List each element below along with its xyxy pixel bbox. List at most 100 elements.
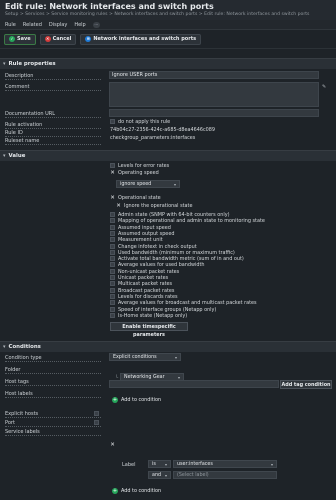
add-host-label-condition-button[interactable]: + Add to condition bbox=[112, 397, 161, 403]
value-option-label: Levels for discards rates bbox=[118, 293, 178, 300]
label-value-select[interactable]: user:interfaces ▾ bbox=[173, 460, 277, 468]
close-icon[interactable]: ✕ bbox=[116, 203, 121, 210]
chevron-down-icon: ▾ bbox=[3, 61, 6, 67]
menu-display[interactable]: Display bbox=[49, 22, 67, 28]
checkbox[interactable] bbox=[110, 281, 115, 287]
plus-icon: + bbox=[112, 397, 118, 403]
checkbox[interactable] bbox=[110, 237, 115, 243]
checkbox[interactable] bbox=[110, 312, 115, 318]
divider bbox=[5, 435, 101, 436]
comment-textarea[interactable] bbox=[109, 82, 319, 107]
more-icon[interactable]: ··· bbox=[92, 21, 100, 28]
divider bbox=[5, 385, 101, 386]
divider bbox=[5, 397, 101, 398]
operating-speed-option[interactable]: ✕ Operating speed bbox=[110, 170, 159, 177]
checkbox[interactable] bbox=[110, 119, 115, 124]
timespecific-button[interactable]: Enable timespecific parameters bbox=[110, 322, 188, 338]
ruleset-name-value: checkgroup_parameters:interfaces bbox=[110, 135, 196, 141]
ruleset-button[interactable]: ≡ Network interfaces and switch ports bbox=[80, 33, 202, 45]
ignore-speed-value: ignore speed bbox=[120, 182, 152, 187]
divider bbox=[5, 79, 101, 80]
checkbox[interactable] bbox=[110, 212, 115, 217]
doc-url-input[interactable] bbox=[109, 109, 319, 117]
check-icon: ✓ bbox=[9, 36, 15, 42]
value-option-label: Assumed input speed bbox=[118, 224, 171, 231]
value-option-item[interactable]: Is-Home state (Netapp only) bbox=[110, 312, 187, 320]
value-option-label: Assumed output speed bbox=[118, 230, 175, 237]
description-input[interactable]: Ignore USER ports bbox=[109, 71, 319, 79]
value-title: Value bbox=[8, 153, 26, 159]
checkbox[interactable] bbox=[110, 268, 115, 274]
select-label-input[interactable]: (Select label) bbox=[173, 471, 277, 479]
label-and-select[interactable]: and ▾ bbox=[148, 471, 171, 479]
value-option-label: Mapping of operational and admin state t… bbox=[118, 218, 265, 225]
chevron-down-icon: ▾ bbox=[164, 473, 167, 478]
rule-properties-title: Rule properties bbox=[8, 61, 56, 67]
checkbox[interactable] bbox=[110, 218, 115, 224]
ruleset-label: Network interfaces and switch ports bbox=[93, 36, 197, 42]
value-option-label: Unicast packet rates bbox=[118, 275, 169, 281]
label-value-text: user:interfaces bbox=[177, 462, 213, 467]
close-icon[interactable]: ✕ bbox=[110, 170, 115, 177]
add-tag-condition-button[interactable]: Add tag condition bbox=[280, 380, 332, 389]
menu-help[interactable]: Help bbox=[74, 22, 85, 28]
save-label: Save bbox=[17, 36, 31, 42]
menu-related[interactable]: Related bbox=[23, 22, 42, 28]
value-option-label: Activate total bandwidth metric (sum of … bbox=[118, 256, 244, 263]
ignore-speed-select[interactable]: ignore speed ▾ bbox=[116, 180, 180, 188]
levels-error-option[interactable]: Levels for error rates bbox=[110, 163, 169, 170]
divider bbox=[5, 90, 101, 91]
condition-type-value: Explicit conditions bbox=[113, 355, 157, 360]
divider bbox=[5, 373, 101, 374]
checkbox[interactable] bbox=[110, 262, 115, 268]
condition-type-select[interactable]: Explicit conditions ▾ bbox=[109, 353, 181, 361]
rule-id-value: 74b04c27-2356-424c-a685-d8ea4646c089 bbox=[110, 127, 216, 133]
save-button[interactable]: ✓ Save bbox=[4, 33, 36, 45]
value-option-label: Measurement unit bbox=[118, 237, 163, 244]
label-and-value: and bbox=[152, 473, 162, 478]
close-icon[interactable]: ✕ bbox=[110, 195, 115, 202]
disable-rule-option[interactable]: do not apply this rule bbox=[110, 119, 170, 126]
operating-speed-text: Operating speed bbox=[118, 170, 159, 176]
operational-state-text: Operational state bbox=[118, 195, 161, 201]
checkbox[interactable] bbox=[110, 243, 115, 249]
checkbox[interactable] bbox=[110, 275, 115, 280]
chevron-down-icon: ▾ bbox=[3, 344, 6, 350]
operational-state-option[interactable]: ✕ Operational state bbox=[110, 195, 161, 202]
checkbox[interactable] bbox=[110, 249, 115, 255]
chevron-down-icon: ▾ bbox=[164, 462, 167, 467]
conditions-header[interactable]: ▾ Conditions bbox=[0, 341, 336, 352]
rule-properties-header[interactable]: ▾ Rule properties bbox=[0, 58, 336, 69]
checkbox[interactable] bbox=[110, 224, 115, 230]
checkbox[interactable] bbox=[110, 306, 115, 312]
checkbox[interactable] bbox=[110, 287, 115, 293]
label-word: Label bbox=[122, 462, 136, 468]
value-option-label: Change infotext in check output bbox=[118, 243, 197, 250]
breadcrumb[interactable]: Setup > Services > Service monitoring ru… bbox=[5, 11, 331, 18]
edit-icon[interactable]: ✎ bbox=[322, 84, 326, 90]
label-operator-select[interactable]: is ▾ bbox=[148, 460, 171, 468]
ignore-operational-state-option[interactable]: ✕ Ignore the operational state bbox=[116, 203, 192, 210]
checkbox[interactable] bbox=[110, 230, 115, 236]
add-service-label-condition-button[interactable]: + Add to condition bbox=[112, 488, 161, 494]
menu-rule[interactable]: Rule bbox=[5, 22, 16, 28]
close-icon[interactable]: ✕ bbox=[110, 442, 115, 448]
value-header[interactable]: ▾ Value bbox=[0, 150, 336, 161]
port-checkbox[interactable] bbox=[94, 420, 99, 425]
checkbox[interactable] bbox=[110, 293, 115, 299]
disable-rule-text: do not apply this rule bbox=[118, 119, 171, 125]
plus-icon: + bbox=[112, 488, 118, 494]
checkbox[interactable] bbox=[110, 163, 115, 168]
ruleset-icon: ≡ bbox=[85, 36, 92, 42]
checkbox[interactable] bbox=[110, 256, 115, 262]
menu-bar: Rule Related Display Help ··· bbox=[0, 20, 336, 30]
cancel-button[interactable]: ✕ Cancel bbox=[39, 33, 77, 45]
divider bbox=[5, 361, 101, 362]
value-option-label: Non-unicast packet rates bbox=[118, 268, 180, 275]
divider bbox=[5, 144, 101, 145]
explicit-hosts-checkbox[interactable] bbox=[94, 411, 99, 416]
host-tags-field[interactable] bbox=[109, 380, 279, 388]
value-option-label: Used bandwidth (minimum or maximum traff… bbox=[118, 249, 235, 256]
checkbox[interactable] bbox=[110, 300, 115, 306]
add-to-condition-text: Add to condition bbox=[121, 488, 162, 494]
